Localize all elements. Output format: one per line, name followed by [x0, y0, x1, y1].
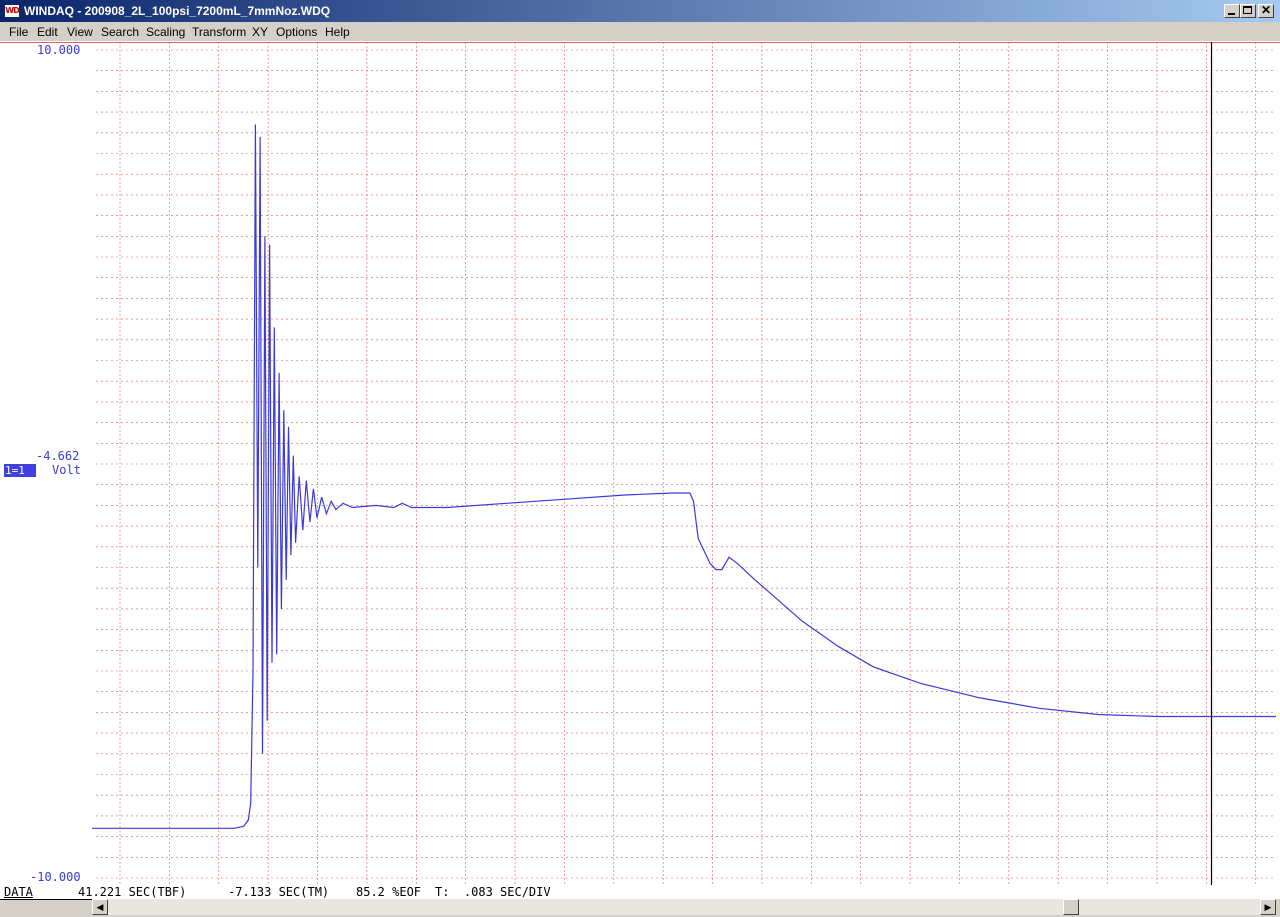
minimize-button[interactable]: [1224, 4, 1240, 18]
unit-label: Volt: [52, 463, 81, 477]
scroll-left-arrow-icon[interactable]: ◀: [92, 899, 108, 915]
status-underline: [0, 899, 92, 900]
close-button[interactable]: ✕: [1258, 3, 1274, 18]
time-div-readout: T: .083 SEC/DIV: [435, 885, 551, 899]
menu-options[interactable]: Options: [276, 25, 317, 39]
window-title: WINDAQ - 200908_2L_100psi_7200mL_7mmNoz.…: [24, 4, 331, 18]
cursor-value-readout: -4.662: [36, 449, 80, 463]
menu-bar: File Edit View Search Scaling Transform …: [0, 22, 1280, 42]
y-axis-top-label: 10.000: [37, 43, 81, 57]
waveform-chart[interactable]: [0, 42, 1280, 885]
scroll-right-arrow-icon[interactable]: ▶: [1260, 899, 1276, 915]
tbf-readout: 41.221 SEC(TBF): [78, 885, 187, 899]
waveform-plot-area[interactable]: 10.000 -4.662 1=1 Volt -10.000: [0, 42, 1280, 885]
menu-edit[interactable]: Edit: [37, 25, 58, 39]
eof-readout: 85.2 %EOF: [356, 885, 422, 899]
channel-1-trace: [92, 124, 1276, 829]
minimize-icon: [1228, 13, 1235, 15]
maximize-icon: [1243, 6, 1252, 14]
y-axis-bottom-label: -10.000: [30, 870, 81, 884]
menu-scaling[interactable]: Scaling: [146, 25, 185, 39]
menu-xy[interactable]: XY: [252, 25, 268, 39]
menu-file[interactable]: File: [9, 25, 28, 39]
mode-label: DATA: [4, 885, 33, 899]
close-icon: ✕: [1260, 3, 1272, 17]
tm-readout: -7.133 SEC(TM): [228, 885, 330, 899]
channel-badge[interactable]: 1=1: [4, 464, 36, 477]
status-bar: DATA 41.221 SEC(TBF) -7.133 SEC(TM) 85.2…: [0, 885, 1280, 899]
menu-view[interactable]: View: [67, 25, 93, 39]
scroll-left-pad: [0, 899, 92, 917]
windaq-app-icon[interactable]: WD: [4, 4, 20, 18]
menu-help[interactable]: Help: [325, 25, 350, 39]
menu-search[interactable]: Search: [101, 25, 139, 39]
grid-lines: [0, 42, 1280, 885]
scrollbar-thumb[interactable]: [1063, 899, 1079, 915]
menu-transform[interactable]: Transform: [192, 25, 246, 39]
maximize-button[interactable]: [1240, 4, 1256, 18]
horizontal-scrollbar[interactable]: ◀ ▶: [92, 899, 1276, 915]
title-bar[interactable]: WD WINDAQ - 200908_2L_100psi_7200mL_7mmN…: [0, 0, 1280, 22]
